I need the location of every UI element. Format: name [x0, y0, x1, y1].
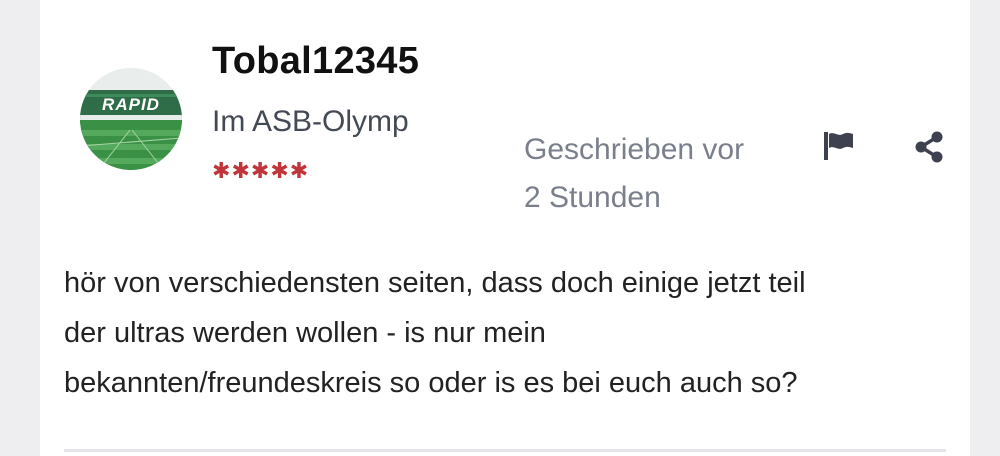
author-rank-title: Im ASB-Olymp	[212, 105, 409, 138]
rank-stars: ✱ ✱ ✱ ✱ ✱	[212, 160, 308, 184]
share-icon	[915, 131, 943, 163]
posted-label-line1: Geschrieben vor	[524, 133, 745, 166]
author-username[interactable]: Tobal12345	[212, 40, 419, 83]
star-icon: ✱	[212, 159, 231, 184]
star-icon: ✱	[289, 159, 309, 184]
post-content-line: bekannten/freundeskreis so oder is es be…	[64, 367, 798, 399]
avatar-image: RAPID	[80, 68, 182, 170]
share-button[interactable]	[912, 130, 946, 164]
star-icon: ✱	[270, 159, 289, 184]
posted-label-line2: 2 Stunden	[524, 181, 661, 214]
avatar-logo-text: RAPID	[102, 95, 160, 114]
flag-icon	[824, 132, 853, 160]
post-card: RAPID Tobal12345 Im ASB-Olymp ✱ ✱ ✱ ✱ ✱ …	[40, 0, 970, 456]
report-button[interactable]	[820, 130, 858, 162]
post-timestamp[interactable]: Geschrieben vor 2 Stunden	[524, 126, 804, 222]
post-content-line: der ultras werden wollen - is nur mein	[64, 317, 546, 349]
star-icon: ✱	[231, 159, 250, 184]
star-icon: ✱	[250, 159, 270, 184]
post-content-line: hör von verschiedensten seiten, dass doc…	[64, 267, 806, 299]
post-divider	[64, 449, 946, 452]
avatar[interactable]: RAPID	[80, 68, 182, 170]
post-content: hör von verschiedensten seiten, dass doc…	[64, 258, 944, 408]
